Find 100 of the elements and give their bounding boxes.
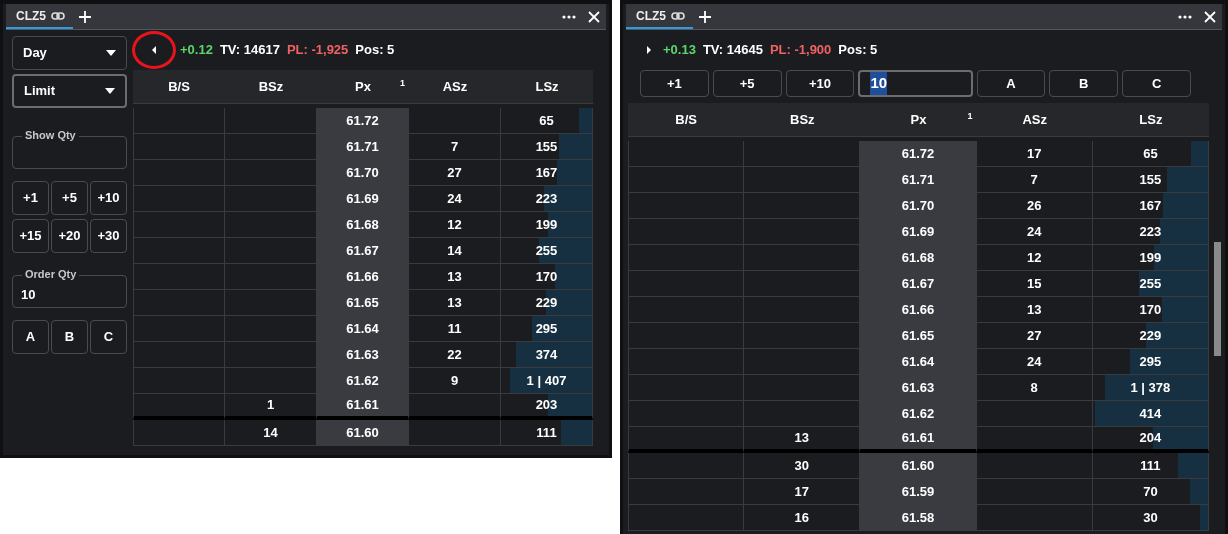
price-cell[interactable]: 61.62: [860, 401, 977, 427]
increment-button[interactable]: +10: [785, 70, 855, 97]
price-cell[interactable]: 61.65: [860, 323, 977, 349]
tab[interactable]: CLZ5: [626, 4, 693, 29]
table-cell[interactable]: [133, 134, 225, 160]
tab[interactable]: CLZ5: [6, 4, 73, 29]
table-cell[interactable]: [409, 108, 501, 134]
table-cell[interactable]: [628, 323, 745, 349]
table-cell[interactable]: [628, 401, 745, 427]
increment-button[interactable]: +1: [640, 70, 709, 97]
table-cell[interactable]: 15: [976, 271, 1093, 297]
price-cell[interactable]: 61.65: [317, 290, 409, 316]
table-cell[interactable]: [133, 238, 225, 264]
table-cell[interactable]: [133, 264, 225, 290]
table-cell[interactable]: [133, 186, 225, 212]
table-cell[interactable]: [628, 349, 745, 375]
table-cell[interactable]: 11: [409, 316, 501, 342]
table-cell[interactable]: 14: [409, 238, 501, 264]
column-header[interactable]: Px: [355, 76, 371, 97]
increment-button[interactable]: +1: [12, 181, 49, 215]
price-cell[interactable]: 61.60: [860, 453, 977, 479]
table-cell[interactable]: [976, 401, 1093, 427]
add-tab-icon[interactable]: [699, 10, 711, 23]
table-cell[interactable]: [133, 316, 225, 342]
table-cell[interactable]: 12: [976, 245, 1093, 271]
column-header[interactable]: BSz: [258, 76, 284, 97]
table-cell[interactable]: [133, 212, 225, 238]
price-cell[interactable]: 61.61: [317, 394, 409, 420]
table-cell[interactable]: [133, 394, 225, 420]
price-cell[interactable]: 61.63: [860, 375, 977, 401]
price-cell[interactable]: 61.58: [860, 505, 977, 531]
account-button[interactable]: A: [12, 320, 49, 354]
column-header[interactable]: ASz: [1022, 109, 1047, 130]
link-icon[interactable]: [51, 11, 65, 20]
price-cell[interactable]: 61.70: [317, 160, 409, 186]
table-cell[interactable]: [628, 453, 745, 479]
table-cell[interactable]: [976, 479, 1093, 505]
table-cell[interactable]: [976, 427, 1093, 453]
more-icon[interactable]: [1178, 14, 1192, 19]
table-cell[interactable]: [133, 160, 225, 186]
price-cell[interactable]: 61.68: [860, 245, 977, 271]
table-cell[interactable]: 24: [976, 349, 1093, 375]
table-cell[interactable]: [133, 290, 225, 316]
table-cell[interactable]: [628, 297, 745, 323]
price-cell[interactable]: 61.59: [860, 479, 977, 505]
table-cell[interactable]: [628, 375, 745, 401]
table-cell[interactable]: [976, 453, 1093, 479]
price-cell[interactable]: 61.71: [860, 167, 977, 193]
increment-button[interactable]: +5: [51, 181, 88, 215]
table-cell[interactable]: 27: [409, 160, 501, 186]
account-button[interactable]: C: [90, 320, 127, 354]
link-icon[interactable]: [671, 11, 685, 20]
price-cell[interactable]: 61.66: [860, 297, 977, 323]
table-cell[interactable]: 24: [976, 219, 1093, 245]
table-cell[interactable]: 13: [409, 290, 501, 316]
column-header[interactable]: B/S: [168, 76, 190, 97]
column-header[interactable]: BSz: [790, 109, 815, 130]
increment-button[interactable]: +20: [51, 219, 88, 253]
table-cell[interactable]: [628, 141, 745, 167]
table-cell[interactable]: 7: [976, 167, 1093, 193]
table-cell[interactable]: 13: [976, 297, 1093, 323]
table-cell[interactable]: 22: [409, 342, 501, 368]
more-icon[interactable]: [562, 14, 576, 19]
price-cell[interactable]: 61.62: [317, 368, 409, 394]
table-cell[interactable]: [628, 427, 745, 453]
close-icon[interactable]: [588, 10, 600, 23]
table-cell[interactable]: [628, 167, 745, 193]
quantity-field[interactable]: 10: [858, 70, 973, 97]
account-button[interactable]: B: [51, 320, 88, 354]
price-cell[interactable]: 61.66: [317, 264, 409, 290]
price-cell[interactable]: 61.60: [317, 420, 409, 446]
price-cell[interactable]: 61.67: [860, 271, 977, 297]
table-cell[interactable]: [133, 368, 225, 394]
expand-arrow-icon[interactable]: [644, 43, 654, 57]
column-header[interactable]: Px: [910, 109, 927, 130]
price-cell[interactable]: 61.68: [317, 212, 409, 238]
price-cell[interactable]: 61.63: [317, 342, 409, 368]
account-button[interactable]: A: [976, 70, 1046, 97]
table-cell[interactable]: [976, 505, 1093, 531]
increment-button[interactable]: +30: [90, 219, 127, 253]
table-cell[interactable]: [628, 479, 745, 505]
price-cell[interactable]: 61.64: [860, 349, 977, 375]
column-header[interactable]: LSz: [535, 76, 559, 97]
table-cell[interactable]: 26: [976, 193, 1093, 219]
column-header[interactable]: LSz: [1139, 109, 1163, 130]
table-cell[interactable]: [628, 193, 745, 219]
price-cell[interactable]: 61.72: [860, 141, 977, 167]
table-cell[interactable]: 17: [976, 141, 1093, 167]
table-cell[interactable]: 9: [409, 368, 501, 394]
close-icon[interactable]: [1204, 10, 1216, 23]
increment-button[interactable]: +10: [90, 181, 127, 215]
table-cell[interactable]: [628, 271, 745, 297]
account-button[interactable]: B: [1049, 70, 1119, 97]
table-cell[interactable]: [409, 394, 501, 420]
table-cell[interactable]: [409, 420, 501, 446]
add-tab-icon[interactable]: [79, 10, 91, 23]
table-cell[interactable]: [628, 505, 745, 531]
table-cell[interactable]: [133, 342, 225, 368]
price-cell[interactable]: 61.69: [317, 186, 409, 212]
table-cell[interactable]: [133, 108, 225, 134]
